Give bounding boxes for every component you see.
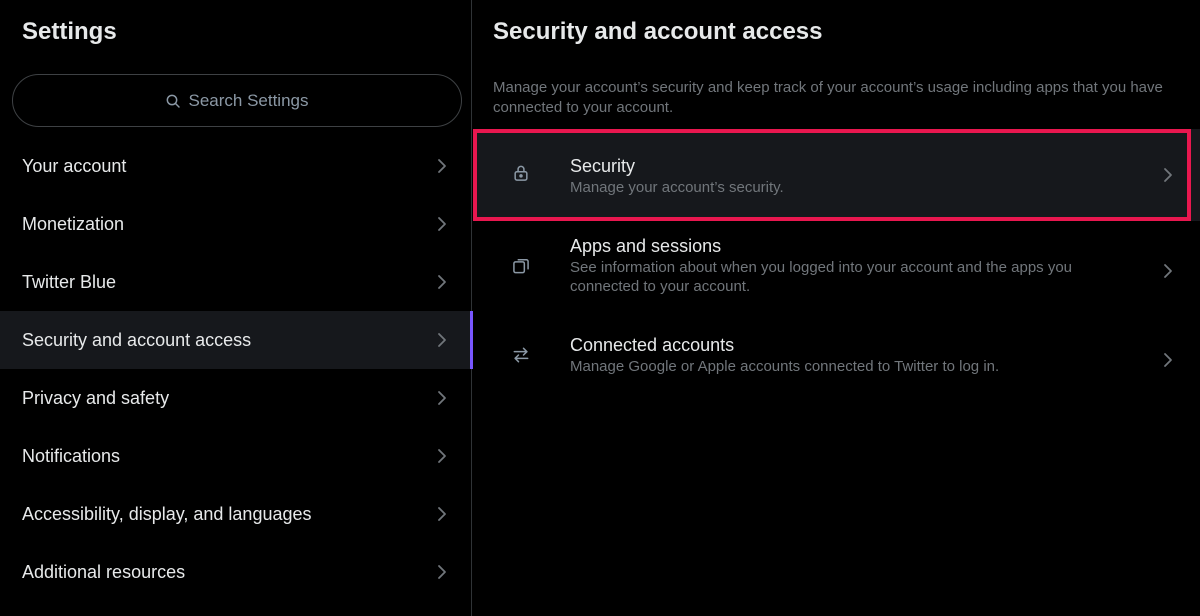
sidebar-title: Settings bbox=[22, 18, 117, 45]
option-title: Connected accounts bbox=[570, 335, 735, 355]
option-subtitle: Manage your account’s security. bbox=[570, 179, 784, 196]
sidebar-item-accessibility[interactable]: Accessibility, display, and languages bbox=[0, 485, 472, 543]
swap-arrows-icon bbox=[511, 345, 531, 365]
sidebar-item-label: Security and account access bbox=[22, 329, 252, 350]
chevron-right-icon bbox=[436, 330, 448, 350]
option-title: Apps and sessions bbox=[570, 236, 722, 256]
settings-nav: Your account Monetization Twitter Blue S… bbox=[0, 137, 473, 601]
option-apps-sessions[interactable]: Apps and sessions See information about … bbox=[473, 221, 1200, 320]
sidebar-item-label: Additional resources bbox=[22, 561, 186, 582]
sidebar-item-label: Your account bbox=[22, 155, 127, 176]
option-title: Security bbox=[570, 156, 636, 176]
chevron-right-icon bbox=[1162, 165, 1174, 185]
sidebar-item-additional-resources[interactable]: Additional resources bbox=[0, 543, 472, 601]
chevron-right-icon bbox=[1162, 261, 1174, 281]
sidebar-item-monetization[interactable]: Monetization bbox=[0, 195, 472, 253]
search-placeholder: Search Settings bbox=[188, 90, 309, 110]
option-subtitle: Manage Google or Apple accounts connecte… bbox=[570, 358, 1000, 375]
sidebar-item-label: Notifications bbox=[22, 445, 121, 466]
sidebar-item-privacy[interactable]: Privacy and safety bbox=[0, 369, 472, 427]
search-icon bbox=[167, 94, 181, 108]
chevron-right-icon bbox=[436, 504, 448, 524]
lock-icon bbox=[511, 163, 531, 183]
copy-icon bbox=[511, 256, 531, 276]
chevron-right-icon bbox=[1162, 350, 1174, 370]
chevron-right-icon bbox=[436, 562, 448, 582]
sidebar-item-notifications[interactable]: Notifications bbox=[0, 427, 472, 485]
sidebar-item-label: Twitter Blue bbox=[22, 271, 117, 292]
option-security[interactable]: Security Manage your account’s security. bbox=[473, 129, 1200, 221]
sidebar-item-label: Monetization bbox=[22, 213, 125, 234]
chevron-right-icon bbox=[436, 156, 448, 176]
chevron-right-icon bbox=[436, 388, 448, 408]
search-input[interactable]: Search Settings bbox=[12, 74, 462, 127]
chevron-right-icon bbox=[436, 446, 448, 466]
sidebar-item-twitter-blue[interactable]: Twitter Blue bbox=[0, 253, 472, 311]
option-subtitle: See information about when you logged in… bbox=[570, 259, 1073, 295]
page-title: Security and account access bbox=[493, 18, 823, 45]
chevron-right-icon bbox=[436, 272, 448, 292]
page-description: Manage your account’s security and keep … bbox=[493, 79, 1163, 116]
sidebar-item-security[interactable]: Security and account access bbox=[0, 311, 473, 369]
chevron-right-icon bbox=[436, 214, 448, 234]
sidebar-item-label: Privacy and safety bbox=[22, 387, 170, 408]
sidebar-item-label: Accessibility, display, and languages bbox=[22, 503, 312, 524]
settings-sidebar: Settings Search Settings Your account Mo… bbox=[0, 0, 473, 616]
option-connected-accounts[interactable]: Connected accounts Manage Google or Appl… bbox=[473, 320, 1200, 400]
sidebar-item-your-account[interactable]: Your account bbox=[0, 137, 472, 195]
security-panel: Security and account access Manage your … bbox=[473, 0, 1200, 616]
